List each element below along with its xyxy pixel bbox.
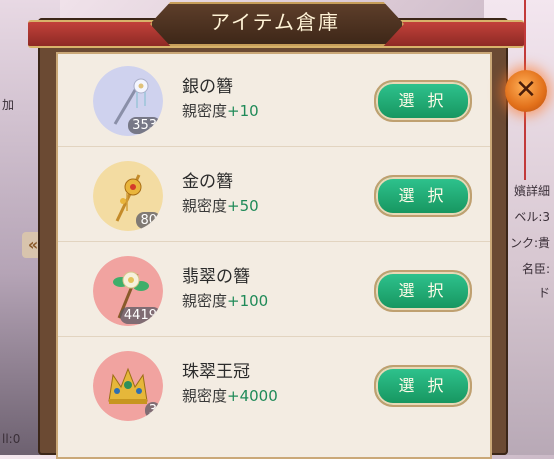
item-list: 353 銀の簪 親密度+10 選 択 80 金の簪 親密度+50 選 択 441…	[56, 52, 492, 459]
background-text: ド	[537, 286, 550, 300]
item-name: 珠翠王冠	[182, 362, 250, 382]
item-affinity: 親密度+100	[182, 290, 268, 311]
item-affinity: 親密度+4000	[182, 385, 278, 406]
background-text: ンク:貴	[509, 236, 550, 250]
close-icon[interactable]: ✕	[505, 70, 547, 112]
item-row: 353 銀の簪 親密度+10 選 択	[58, 54, 490, 147]
affinity-value: +50	[227, 197, 259, 215]
item-name: 金の簪	[182, 172, 233, 192]
item-count: 3	[144, 402, 161, 419]
item-row: 3 珠翠王冠 親密度+4000 選 択	[58, 339, 490, 431]
item-count: 353	[128, 117, 161, 134]
select-button[interactable]: 選 択	[374, 175, 472, 217]
item-affinity: 親密度+10	[182, 100, 259, 121]
affinity-value: +100	[227, 292, 269, 310]
item-thumbnail: 3	[93, 351, 163, 421]
affinity-label: 親密度	[182, 102, 228, 120]
background-text: ベル:3	[514, 210, 550, 224]
select-button[interactable]: 選 択	[374, 80, 472, 122]
background-text: ll:0	[2, 432, 21, 446]
affinity-label: 親密度	[182, 387, 228, 405]
background-text: 加	[2, 98, 15, 112]
item-thumbnail: 353	[93, 66, 163, 136]
item-row: 80 金の簪 親密度+50 選 択	[58, 149, 490, 242]
item-thumbnail: 4419	[93, 256, 163, 326]
affinity-value: +10	[227, 102, 259, 120]
select-button[interactable]: 選 択	[374, 270, 472, 312]
item-name: 銀の簪	[182, 77, 233, 97]
item-affinity: 親密度+50	[182, 195, 259, 216]
dialog-title: アイテム倉庫	[210, 10, 340, 34]
item-name: 翡翠の簪	[182, 267, 250, 287]
item-thumbnail: 80	[93, 161, 163, 231]
select-button[interactable]: 選 択	[374, 365, 472, 407]
affinity-label: 親密度	[182, 292, 228, 310]
affinity-label: 親密度	[182, 197, 228, 215]
item-count: 4419	[119, 307, 161, 324]
item-row: 4419 翡翠の簪 親密度+100 選 択	[58, 244, 490, 337]
background-text: 嬪詳細	[513, 184, 550, 198]
item-count: 80	[136, 212, 161, 229]
background-text: 名臣:	[521, 262, 550, 276]
affinity-value: +4000	[227, 387, 278, 405]
